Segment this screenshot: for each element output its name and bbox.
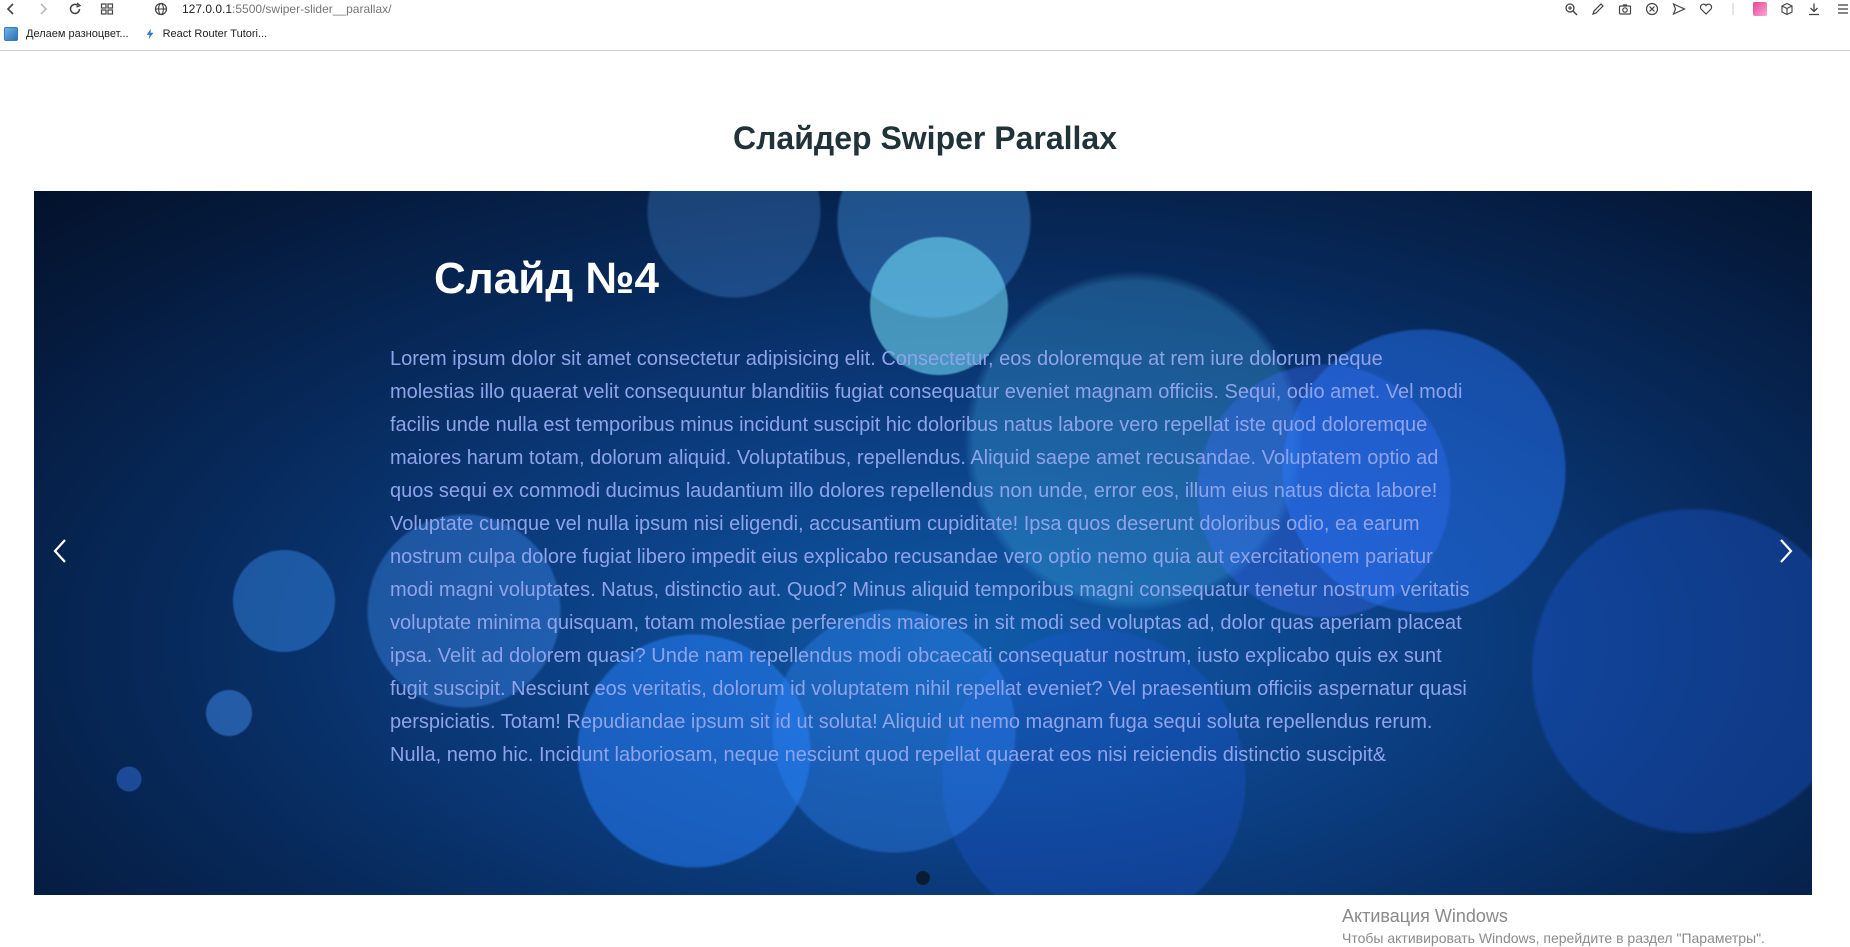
- url-host: 127.0.0.1: [182, 2, 233, 16]
- forward-icon[interactable]: [34, 0, 52, 18]
- bookmark-label: Делаем разноцвет...: [26, 28, 129, 40]
- cube-icon[interactable]: [1778, 0, 1796, 18]
- slider-prev-button[interactable]: [40, 526, 80, 576]
- address-bar[interactable]: 127.0.0.1:5500/swiper-slider__parallax/: [152, 0, 391, 18]
- bookmark-label: React Router Tutori...: [162, 28, 268, 40]
- url-path: :5500/swiper-slider__parallax/: [232, 2, 392, 16]
- reload-icon[interactable]: [66, 0, 84, 18]
- menu-icon[interactable]: [1832, 0, 1850, 18]
- chevron-right-icon: [1780, 539, 1793, 563]
- download-icon[interactable]: [1805, 0, 1823, 18]
- zoom-icon[interactable]: [1562, 0, 1580, 18]
- slide-title: Слайд №4: [434, 254, 659, 303]
- browser-toolbar: 127.0.0.1:5500/swiper-slider__parallax/: [0, 0, 1850, 18]
- slide-text: Lorem ipsum dolor sit amet consectetur a…: [390, 348, 1470, 766]
- activation-title: Активация Windows: [1342, 906, 1508, 926]
- bookmark-item[interactable]: React Router Tutori...: [143, 27, 268, 41]
- lightning-icon: [143, 27, 157, 41]
- toolbar-right-icons: [1553, 0, 1850, 18]
- bookmark-favicon-icon: [4, 27, 18, 41]
- globe-icon: [152, 0, 170, 18]
- heart-icon[interactable]: [1697, 0, 1715, 18]
- send-icon[interactable]: [1670, 0, 1688, 18]
- nav-buttons: [2, 0, 130, 18]
- camera-icon[interactable]: [1616, 0, 1634, 18]
- activation-subtitle: Чтобы активировать Windows, перейдите в …: [1342, 930, 1765, 946]
- chevron-left-icon: [53, 539, 66, 563]
- extension-icon[interactable]: [1751, 0, 1769, 18]
- slider-pagination: [34, 871, 1812, 885]
- windows-activation-watermark: Активация Windows Чтобы активировать Win…: [1342, 905, 1850, 947]
- swiper-slider[interactable]: Слайд №4 Lorem ipsum dolor sit amet cons…: [34, 191, 1812, 895]
- page-title: Слайдер Swiper Parallax: [732, 120, 1118, 156]
- grid-icon[interactable]: [98, 0, 116, 18]
- toolbar-divider: [0, 50, 1850, 51]
- bookmarks-bar: Делаем разноцвет... React Router Tutori.…: [0, 24, 1850, 44]
- block-icon[interactable]: [1643, 0, 1661, 18]
- back-icon[interactable]: [2, 0, 20, 18]
- edit-icon[interactable]: [1589, 0, 1607, 18]
- url-text[interactable]: 127.0.0.1:5500/swiper-slider__parallax/: [182, 2, 391, 16]
- slider-next-button[interactable]: [1766, 526, 1806, 576]
- pagination-bullet-active[interactable]: [916, 871, 930, 885]
- separator-icon: [1724, 0, 1742, 18]
- bookmark-item[interactable]: Делаем разноцвет...: [0, 27, 129, 41]
